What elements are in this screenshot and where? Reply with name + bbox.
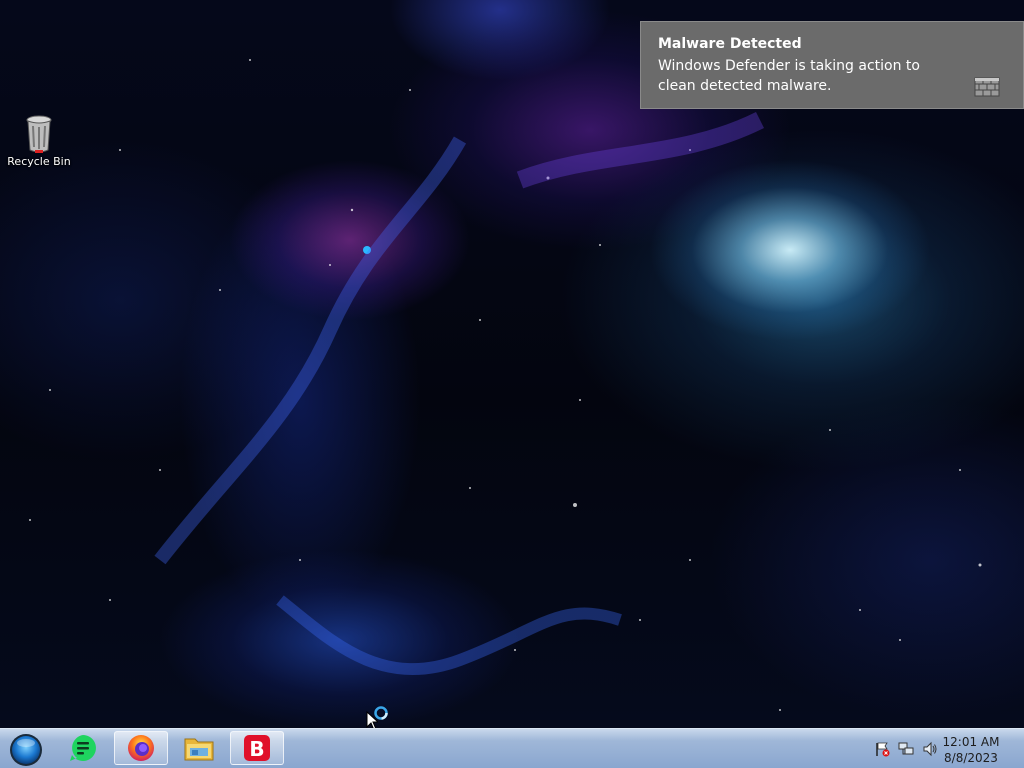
taskbar-red-b-app-button[interactable]: B — [230, 731, 284, 765]
taskbar-notes-app-button[interactable] — [56, 731, 110, 765]
notification-message: Windows Defender is taking action to cle… — [658, 58, 920, 94]
clock-date: 8/8/2023 — [944, 751, 998, 765]
file-explorer-icon — [184, 738, 214, 761]
firefox-icon — [128, 735, 154, 761]
start-button[interactable] — [4, 731, 48, 767]
taskbar-file-explorer-button[interactable] — [172, 731, 226, 765]
windows-defender-wall-icon — [973, 74, 1001, 98]
desktop-icon-recycle-bin[interactable]: Recycle Bin — [6, 112, 72, 182]
network-icon[interactable] — [898, 741, 914, 757]
clock-time: 12:01 AM — [942, 735, 1000, 749]
malware-notification-toast[interactable]: Malware Detected Windows Defender is tak… — [640, 21, 1024, 109]
desktop-icon-label: Recycle Bin — [7, 155, 71, 168]
start-orb-icon — [10, 734, 42, 766]
svg-text:B: B — [249, 737, 264, 761]
green-notes-app-icon — [70, 735, 96, 761]
taskbar: B 12:01 AM 8/8/2023 — [0, 728, 1024, 768]
red-b-app-icon: B — [244, 735, 270, 761]
notification-title: Malware Detected — [658, 36, 802, 52]
recycle-bin-icon — [23, 114, 55, 154]
taskbar-firefox-button[interactable] — [114, 731, 168, 765]
action-center-flag-icon[interactable] — [874, 741, 890, 757]
busy-spinner-icon — [373, 705, 389, 725]
desktop-wallpaper — [0, 0, 1024, 728]
nebula-stars — [29, 59, 982, 711]
taskbar-clock[interactable]: 12:01 AM 8/8/2023 — [936, 734, 1006, 766]
